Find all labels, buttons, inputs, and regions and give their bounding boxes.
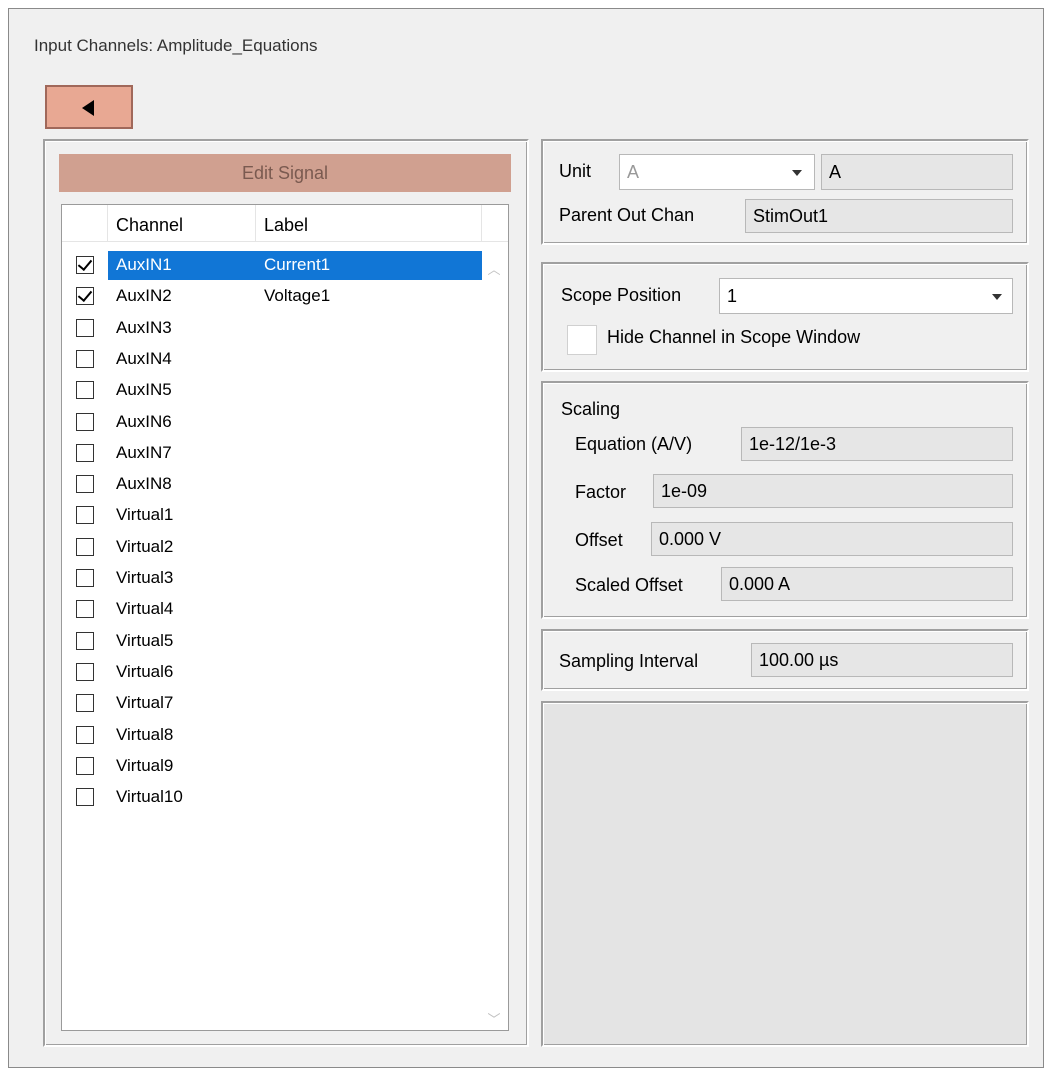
list-item[interactable]: Virtual6: [62, 658, 482, 689]
chevron-down-icon: [792, 170, 802, 176]
list-item[interactable]: Virtual8: [62, 721, 482, 752]
channel-checkbox[interactable]: [76, 569, 94, 587]
offset-label: Offset: [575, 530, 623, 550]
offset-field[interactable]: 0.000 V: [651, 522, 1013, 556]
scope-position-value: 1: [727, 285, 738, 306]
channel-name: AuxIN7: [116, 442, 172, 462]
header-label[interactable]: Label: [256, 205, 482, 241]
chevron-down-icon: [992, 294, 1002, 300]
list-item[interactable]: Virtual1: [62, 501, 482, 532]
channel-checkbox[interactable]: [76, 412, 94, 431]
list-item[interactable]: AuxIN3: [62, 314, 482, 345]
list-item[interactable]: Virtual10: [62, 783, 482, 814]
channel-name: AuxIN8: [116, 474, 172, 494]
list-item[interactable]: AuxIN7: [62, 439, 482, 470]
channel-name: Virtual5: [116, 630, 174, 650]
list-header: Channel Label: [62, 205, 508, 242]
hide-channel-checkbox[interactable]: [567, 325, 597, 355]
channel-name: Virtual8: [116, 724, 174, 744]
channel-checkbox[interactable]: [76, 537, 94, 556]
window-title: Input Channels: Amplitude_Equations: [34, 36, 318, 55]
channel-name: AuxIN3: [116, 317, 172, 337]
unit-dropdown[interactable]: A: [619, 154, 815, 190]
channel-label: Voltage1: [264, 286, 331, 306]
list-item[interactable]: Virtual9: [62, 752, 482, 783]
channel-name: Virtual2: [116, 536, 174, 556]
channel-name: AuxIN6: [116, 411, 172, 431]
list-item[interactable]: Virtual7: [62, 689, 482, 720]
scope-position-label: Scope Position: [561, 285, 682, 305]
channel-name: Virtual10: [116, 787, 183, 807]
list-item[interactable]: AuxIN2 Voltage1: [62, 282, 482, 313]
scroll-down-arrow[interactable]: ﹀: [487, 1009, 501, 1027]
channel-checkbox[interactable]: [76, 506, 94, 525]
parent-out-chan-label: Parent Out Chan: [559, 205, 695, 225]
checkmark-icon: [77, 255, 93, 272]
channel-name: Virtual7: [116, 693, 174, 713]
channel-name: Virtual3: [116, 568, 174, 587]
scope-position-dropdown[interactable]: 1: [719, 278, 1013, 314]
left-triangle-icon: [82, 100, 94, 116]
channel-checkbox[interactable]: [76, 349, 94, 368]
list-item[interactable]: AuxIN8: [62, 470, 482, 501]
channel-checkbox[interactable]: [76, 475, 94, 494]
unit-text-field[interactable]: A: [821, 154, 1013, 190]
channel-checkbox[interactable]: [76, 756, 94, 775]
list-item[interactable]: Virtual2: [62, 533, 482, 564]
channel-checkbox[interactable]: [76, 600, 94, 619]
list-item[interactable]: AuxIN4: [62, 345, 482, 376]
sampling-interval-field: 100.00 µs: [751, 643, 1013, 677]
channel-name: AuxIN1: [116, 255, 172, 274]
channel-checkbox[interactable]: [76, 318, 94, 337]
checkmark-icon: [77, 287, 93, 303]
equation-label: Equation (A/V): [575, 434, 693, 454]
list-item[interactable]: Virtual5: [62, 627, 482, 658]
unit-dropdown-value: A: [627, 161, 640, 182]
channel-checkbox[interactable]: [76, 443, 94, 462]
empty-panel: [541, 701, 1029, 1047]
scroll-up-arrow[interactable]: ︿: [487, 259, 501, 277]
channel-label: Current1: [264, 255, 331, 274]
header-channel[interactable]: Channel: [108, 205, 256, 241]
list-item[interactable]: AuxIN5: [62, 376, 482, 407]
scaled-offset-field: 0.000 A: [721, 567, 1013, 601]
header-checkbox-column: [62, 205, 108, 241]
channel-checkbox[interactable]: [76, 631, 94, 650]
channel-checkbox[interactable]: [76, 788, 94, 807]
parent-out-chan-field: StimOut1: [745, 199, 1013, 233]
list-item[interactable]: Virtual3: [62, 564, 482, 595]
unit-label: Unit: [559, 161, 592, 181]
edit-signal-button[interactable]: Edit Signal: [59, 154, 511, 192]
scaling-title: Scaling: [561, 399, 621, 419]
channel-name: AuxIN5: [116, 380, 172, 400]
channel-list[interactable]: Channel Label AuxIN1 Current1 AuxIN2 Voltag…: [61, 204, 509, 1031]
channel-checkbox[interactable]: [76, 694, 94, 713]
sampling-interval-label: Sampling Interval: [559, 651, 699, 671]
scaled-offset-label: Scaled Offset: [575, 575, 683, 595]
channel-name: Virtual6: [116, 661, 174, 681]
channel-checkbox[interactable]: [76, 381, 94, 400]
list-item[interactable]: AuxIN6: [62, 408, 482, 439]
input-channels-window: Input Channels: Amplitude_Equations Edit…: [8, 8, 1044, 1068]
list-item[interactable]: AuxIN1 Current1: [62, 251, 482, 282]
channel-name: Virtual1: [116, 505, 174, 525]
factor-label: Factor: [575, 482, 627, 502]
equation-field[interactable]: 1e-12/1e-3: [741, 427, 1013, 461]
channel-checkbox[interactable]: [76, 662, 94, 681]
hide-channel-label[interactable]: Hide Channel in Scope Window: [607, 327, 860, 348]
channel-checkbox[interactable]: [76, 287, 94, 306]
channel-name: Virtual4: [116, 599, 174, 619]
factor-field[interactable]: 1e-09: [653, 474, 1013, 508]
channel-checkbox[interactable]: [76, 255, 94, 274]
channel-name: AuxIN2: [116, 286, 172, 306]
channel-name: Virtual9: [116, 755, 174, 775]
channel-checkbox[interactable]: [76, 725, 94, 744]
back-button[interactable]: [45, 85, 133, 129]
channel-name: AuxIN4: [116, 348, 172, 368]
list-item[interactable]: Virtual4: [62, 595, 482, 626]
